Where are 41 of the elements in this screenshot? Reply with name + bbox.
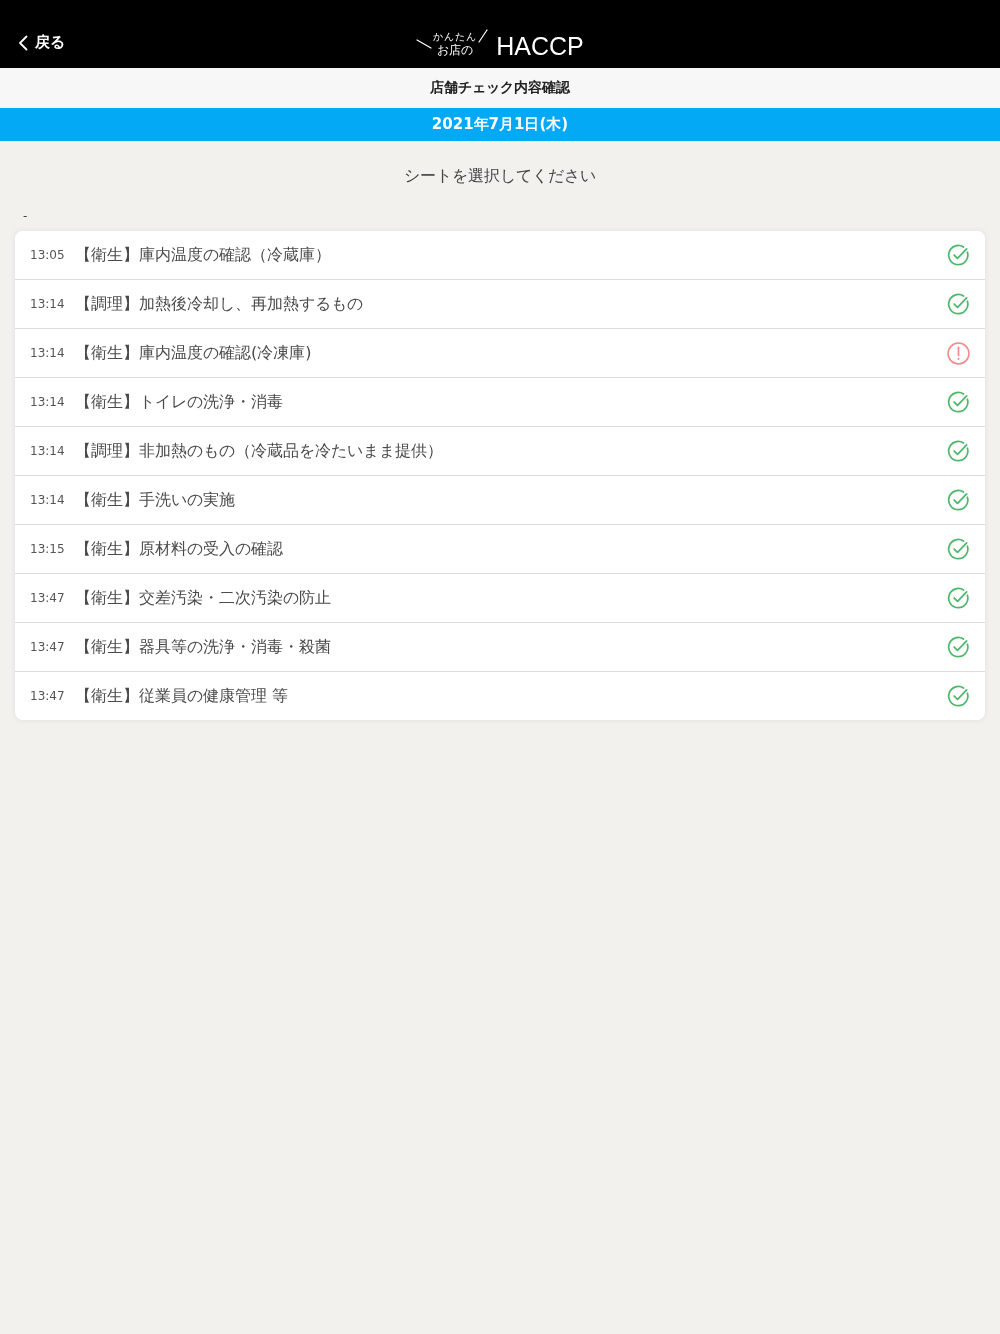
sheet-row[interactable]: 13:14 【衛生】トイレの洗浄・消毒 <box>15 378 985 427</box>
sheet-row[interactable]: 13:14 【衛生】庫内温度の確認(冷凍庫) <box>15 329 985 378</box>
sheet-title: 【調理】加熱後冷却し、再加熱するもの <box>75 293 364 315</box>
sheet-time: 13:14 <box>30 444 66 458</box>
sheet-row[interactable]: 13:14 【調理】加熱後冷却し、再加熱するもの <box>15 280 985 329</box>
sheet-title: 【衛生】交差汚染・二次汚染の防止 <box>75 587 332 609</box>
sheet-time: 13:47 <box>30 591 66 605</box>
sheet-row[interactable]: 13:47 【衛生】器具等の洗浄・消毒・殺菌 <box>15 623 985 672</box>
sheet-title: 【衛生】庫内温度の確認（冷蔵庫） <box>75 244 332 266</box>
slash-mark-icon <box>416 39 433 49</box>
sheet-row[interactable]: 13:14 【衛生】手洗いの実施 <box>15 476 985 525</box>
sheet-title: 【調理】非加熱のもの（冷蔵品を冷たいまま提供） <box>75 440 444 462</box>
sheet-title: 【衛生】従業員の健康管理 等 <box>75 685 290 707</box>
chevron-left-icon <box>18 34 28 51</box>
instruction-text: シートを選択してください <box>404 165 596 187</box>
sheet-time: 13:05 <box>30 248 66 262</box>
sheet-time: 13:15 <box>30 542 66 556</box>
sheet-time: 13:14 <box>30 493 66 507</box>
sheet-time: 13:47 <box>30 640 66 654</box>
sheet-time: 13:47 <box>30 689 66 703</box>
sheet-row[interactable]: 13:14 【調理】非加熱のもの（冷蔵品を冷たいまま提供） <box>15 427 985 476</box>
sheet-title: 【衛生】トイレの洗浄・消毒 <box>75 391 284 413</box>
sheet-time: 13:14 <box>30 297 66 311</box>
sheet-row[interactable]: 13:05 【衛生】庫内温度の確認（冷蔵庫） <box>15 231 985 280</box>
sheet-title: 【衛生】器具等の洗浄・消毒・殺菌 <box>75 636 332 658</box>
logo-brand-text: HACCP <box>496 33 584 59</box>
sheet-row[interactable]: 13:15 【衛生】原材料の受入の確認 <box>15 525 985 574</box>
sheet-time: 13:14 <box>30 395 66 409</box>
logo-text: お店の <box>437 43 474 57</box>
date-text: 2021年7月1日(木) <box>431 115 569 134</box>
slash-mark-icon <box>478 29 489 43</box>
sheet-row[interactable]: 13:47 【衛生】従業員の健康管理 等 <box>15 672 985 720</box>
back-button[interactable]: 戻る <box>14 30 69 55</box>
sheet-title: 【衛生】手洗いの実施 <box>75 489 236 511</box>
logo-ruby-text: かんたん <box>433 31 478 42</box>
sheet-time: 13:14 <box>30 346 66 360</box>
group-label: - <box>23 209 28 223</box>
page-title: 店舗チェック内容確認 <box>430 79 570 97</box>
sheet-row[interactable]: 13:47 【衛生】交差汚染・二次汚染の防止 <box>15 574 985 623</box>
sheet-title: 【衛生】原材料の受入の確認 <box>75 538 284 560</box>
sheet-title: 【衛生】庫内温度の確認(冷凍庫) <box>75 342 313 364</box>
